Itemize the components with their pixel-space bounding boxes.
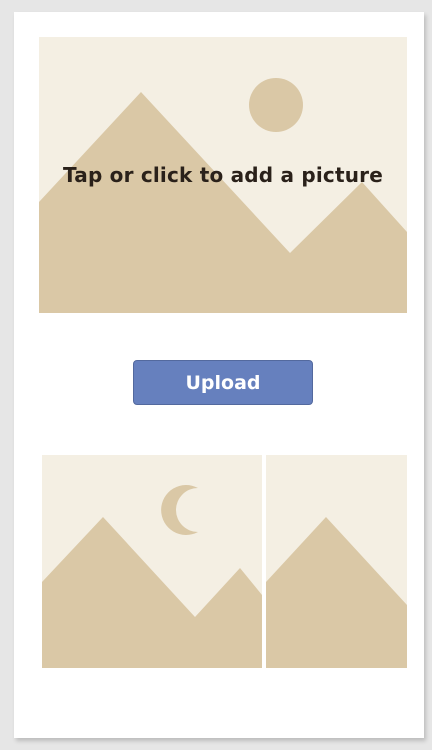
add-picture-prompt: Tap or click to add a picture (63, 163, 383, 187)
upload-button[interactable]: Upload (133, 360, 313, 405)
thumbnail-image-2[interactable] (266, 455, 407, 668)
image-placeholder-mountain-icon (266, 455, 407, 668)
image-placeholder-moon-mountains-icon (42, 455, 262, 668)
add-picture-area[interactable]: Tap or click to add a picture (39, 37, 407, 313)
thumbnail-image-1[interactable] (42, 455, 262, 668)
